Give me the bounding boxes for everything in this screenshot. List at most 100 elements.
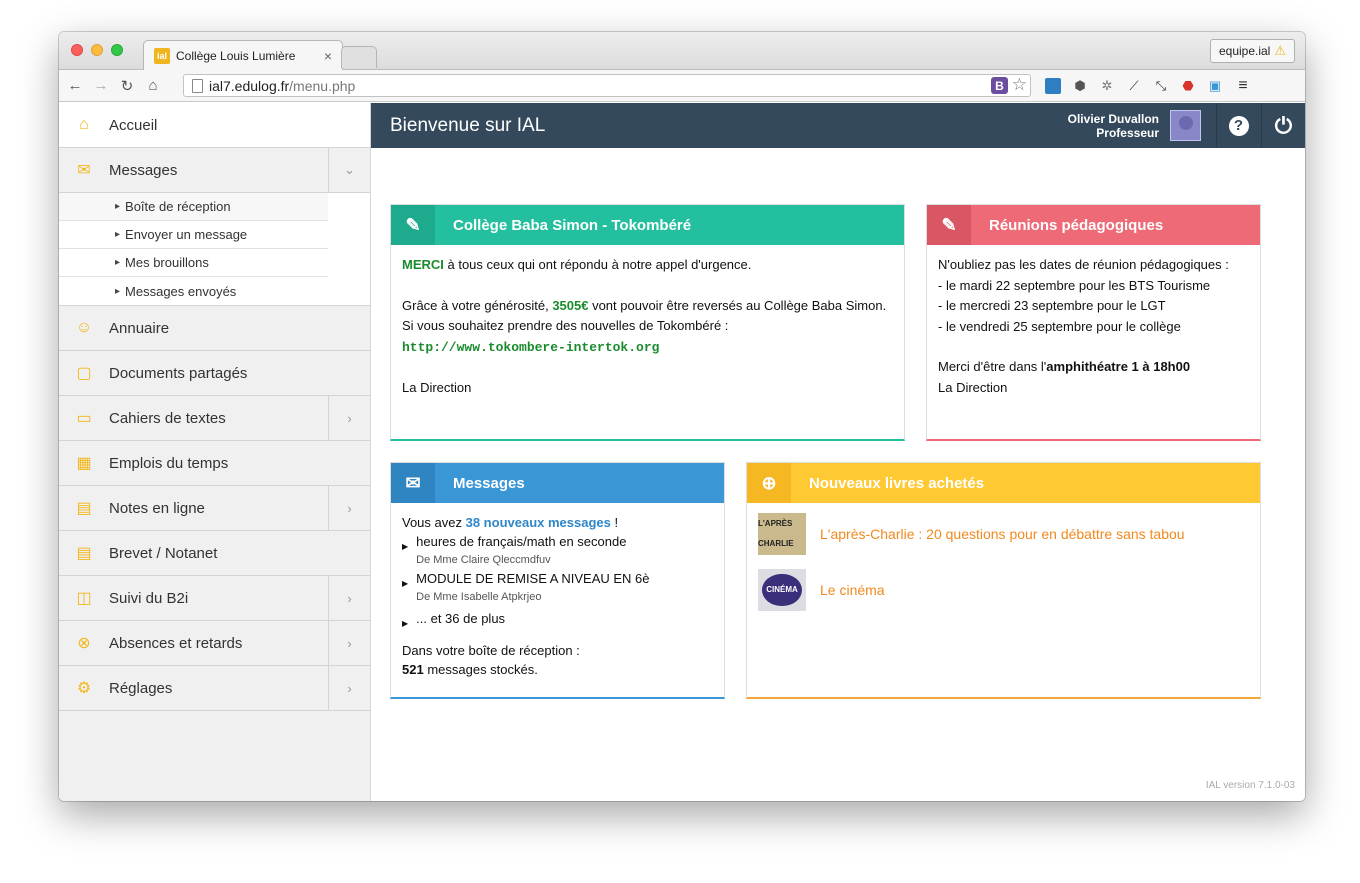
merci-text: MERCI xyxy=(402,257,444,272)
panel-books-title: Nouveaux livres achetés xyxy=(809,474,985,492)
sidebar-item-annuaire[interactable]: ☺ Annuaire xyxy=(59,306,370,351)
message-subject: MODULE DE REMISE A NIVEAU EN 6è xyxy=(416,571,650,586)
trello-icon[interactable] xyxy=(1045,78,1061,94)
chevron-down-icon[interactable]: ⌄ xyxy=(328,148,370,192)
main-content: Bienvenue sur IAL Olivier Duvallon Profe… xyxy=(371,103,1305,801)
exam-icon: ▤ xyxy=(76,545,92,562)
grades-icon: ▤ xyxy=(76,500,92,517)
book-cover: L'APRÈS CHARLIE xyxy=(758,513,806,555)
new-tab-button[interactable] xyxy=(341,46,377,68)
browser-tab[interactable]: ial Collège Louis Lumière × xyxy=(143,40,343,71)
forward-icon[interactable]: → xyxy=(91,77,111,94)
absence-icon: ⊗ xyxy=(77,635,91,652)
maximize-window-button[interactable] xyxy=(111,44,123,56)
sidebar-item-messages[interactable]: ✉ Messages ⌄ xyxy=(59,148,370,193)
book-item[interactable]: L'APRÈS CHARLIE L'après-Charlie : 20 que… xyxy=(758,513,1249,555)
bookmark-star-icon[interactable]: ☆ xyxy=(1012,75,1027,95)
sidebar-item-label: Brevet / Notanet xyxy=(109,544,218,562)
book-cover-label: CINÉMA xyxy=(762,573,802,607)
panel-reunions-header: ✎ Réunions pédagogiques xyxy=(927,205,1260,245)
reload-icon[interactable]: ↻ xyxy=(117,77,137,95)
chevron-right-icon[interactable]: › xyxy=(328,621,370,665)
calendar-ext-icon[interactable]: ▣ xyxy=(1207,78,1223,94)
gears-icon: ⚙ xyxy=(76,680,92,697)
sidebar-item-label: Suivi du B2i xyxy=(109,589,189,607)
sidebar-item-documents[interactable]: ▢ Documents partagés xyxy=(59,351,370,396)
bug-icon[interactable]: ✲ xyxy=(1099,78,1115,94)
panel-college-body: MERCI à tous ceux qui ont répondu à notr… xyxy=(391,245,904,409)
sidebar-item-notes[interactable]: ▤ Notes en ligne › xyxy=(59,486,370,531)
chevron-right-icon[interactable]: › xyxy=(328,666,370,710)
home-icon: ⌂ xyxy=(79,116,89,133)
home-icon[interactable]: ⌂ xyxy=(143,77,163,94)
book-item[interactable]: CINÉMA Le cinéma xyxy=(758,569,1249,611)
chevron-right-icon[interactable]: › xyxy=(328,396,370,440)
page-icon xyxy=(192,78,203,93)
college-line3: Si vous souhaitez prendre des nouvelles … xyxy=(402,318,729,333)
college-line2a: Grâce à votre générosité, xyxy=(402,297,553,313)
panel-books-header: ⊕ Nouveaux livres achetés xyxy=(747,463,1260,503)
ial-favicon-icon: ial xyxy=(154,48,170,64)
chevron-right-icon[interactable]: › xyxy=(328,576,370,620)
messages-prefix: Vous avez xyxy=(402,515,466,530)
caret-right-icon: ▶ xyxy=(402,542,409,551)
message-item[interactable]: ▶ heures de français/math en seconde De … xyxy=(402,532,713,569)
envelope-icon: ✉ xyxy=(77,162,91,179)
submenu-send-message[interactable]: Envoyer un message xyxy=(59,221,328,249)
url-path: /menu.php xyxy=(289,77,356,94)
book-title[interactable]: Le cinéma xyxy=(820,580,885,601)
amount-text: 3505€ xyxy=(552,297,589,313)
sidebar-item-b2i[interactable]: ◫ Suivi du B2i › xyxy=(59,576,370,621)
submenu-drafts[interactable]: Mes brouillons xyxy=(59,249,328,277)
url-domain: ial7.edulog.fr xyxy=(209,77,290,94)
logout-button[interactable]: ⏻ xyxy=(1261,103,1305,148)
new-messages-link[interactable]: 38 nouveaux messages xyxy=(466,515,611,530)
adblock-icon[interactable]: ⬣ xyxy=(1180,78,1196,94)
user-info: Olivier Duvallon Professeur xyxy=(1068,112,1159,140)
message-from: De Mme Claire Qleccmdfuv xyxy=(416,554,551,566)
browser-window: ial Collège Louis Lumière × equipe.ial ⚠… xyxy=(59,32,1305,801)
profile-label: equipe.ial xyxy=(1218,44,1271,58)
book-cover: CINÉMA xyxy=(758,569,806,611)
college-signature: La Direction xyxy=(402,380,472,395)
caret-right-icon: ▶ xyxy=(402,579,409,588)
panel-reunions-title: Réunions pédagogiques xyxy=(989,216,1164,234)
tab-title: Collège Louis Lumière xyxy=(176,49,296,63)
sidebar-item-brevet[interactable]: ▤ Brevet / Notanet xyxy=(59,531,370,576)
submenu-sent[interactable]: Messages envoyés xyxy=(59,277,328,305)
minimize-window-button[interactable] xyxy=(91,44,103,56)
message-item[interactable]: ▶ MODULE DE REMISE A NIVEAU EN 6è De Mme… xyxy=(402,569,713,606)
messages-submenu: Boîte de réception Envoyer un message Me… xyxy=(59,193,370,306)
pocket-icon[interactable]: ⬢ xyxy=(1072,78,1088,94)
address-bar[interactable]: ial7.edulog.fr /menu.php B ☆ xyxy=(183,74,1031,97)
tab-close-icon[interactable]: × xyxy=(324,48,332,64)
panel-reunions-body: N'oubliez pas les dates de réunion pédag… xyxy=(927,245,1260,408)
pen-icon[interactable]: ⟋ xyxy=(1126,78,1142,94)
message-from: De Mme Isabelle Atpkrjeo xyxy=(416,591,542,603)
sidebar-item-cahiers[interactable]: ▭ Cahiers de textes › xyxy=(59,396,370,441)
menu-icon[interactable]: ≡ xyxy=(1235,77,1251,94)
collapse-icon[interactable]: ⤡ xyxy=(1153,78,1169,94)
sidebar-item-emplois[interactable]: ▦ Emplois du temps xyxy=(59,441,370,486)
panel-reunions: ✎ Réunions pédagogiques N'oubliez pas le… xyxy=(926,204,1261,441)
panel-messages-header: ✉ Messages xyxy=(391,463,724,503)
sidebar-item-accueil[interactable]: ⌂ Accueil xyxy=(59,103,370,148)
help-button[interactable]: ? xyxy=(1216,103,1260,148)
sidebar-item-label: Documents partagés xyxy=(109,364,248,382)
profile-button[interactable]: equipe.ial ⚠ xyxy=(1209,39,1295,63)
sidebar-item-reglages[interactable]: ⚙ Réglages › xyxy=(59,666,370,711)
bootstrap-extension-icon[interactable]: B xyxy=(991,77,1008,94)
chevron-right-icon[interactable]: › xyxy=(328,486,370,530)
calendar-icon: ▦ xyxy=(76,455,92,472)
more-messages[interactable]: ▶ ... et 36 de plus xyxy=(402,609,713,633)
page-title: Bienvenue sur IAL xyxy=(390,114,546,136)
avatar[interactable] xyxy=(1170,110,1201,141)
back-icon[interactable]: ← xyxy=(65,77,85,94)
tokombere-link[interactable]: http://www.tokombere-intertok.org xyxy=(402,340,659,355)
sidebar-item-absences[interactable]: ⊗ Absences et retards › xyxy=(59,621,370,666)
help-icon: ? xyxy=(1228,115,1249,136)
reunion-date: - le mercredi 23 septembre pour le LGT xyxy=(938,298,1166,313)
submenu-inbox[interactable]: Boîte de réception xyxy=(59,193,328,221)
close-window-button[interactable] xyxy=(71,44,83,56)
book-title[interactable]: L'après-Charlie : 20 questions pour en d… xyxy=(820,524,1185,545)
